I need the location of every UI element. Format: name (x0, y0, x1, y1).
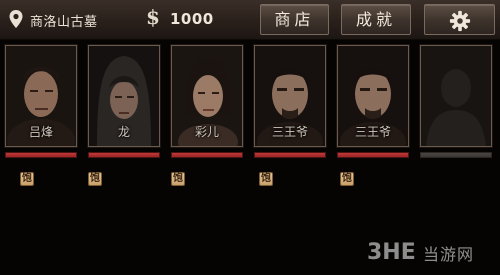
empty-character-slot[interactable] (420, 45, 492, 147)
achievements-button[interactable]: 成就 (341, 4, 411, 35)
character-card[interactable]: 吕烽 (5, 45, 77, 147)
hp-bar (5, 152, 77, 158)
hp-bar (420, 152, 492, 158)
watermark-logo: 3HE (367, 240, 416, 264)
character-name: 三王爷 (354, 125, 391, 139)
satiated-status-badge[interactable]: 饱 (171, 172, 185, 186)
money-amount: 1000 (170, 10, 214, 28)
satiated-status-badge[interactable]: 饱 (340, 172, 354, 186)
character-card[interactable]: 三王爷 (254, 45, 326, 147)
currency-icon: $ (146, 5, 160, 29)
shop-button[interactable]: 商店 (260, 4, 329, 35)
silhouette-icon (421, 46, 491, 146)
top-bar: 商洛山古墓 $ 1000 商店 成就 (0, 0, 500, 40)
settings-button[interactable] (424, 4, 495, 35)
map-pin-icon (9, 10, 23, 28)
character-name: 彩儿 (194, 125, 219, 139)
character-card[interactable]: 彩儿 (171, 45, 243, 147)
satiated-status-badge[interactable]: 饱 (20, 172, 34, 186)
character-name: 龙 (117, 125, 130, 139)
satiated-status-badge[interactable]: 饱 (88, 172, 102, 186)
watermark: 3HE 当游网 (365, 233, 495, 269)
svg-text:3HE: 3HE (367, 240, 416, 264)
character-name: 吕烽 (28, 125, 53, 139)
hp-bar (88, 152, 160, 158)
character-card[interactable]: 三王爷 (337, 45, 409, 147)
hp-bar (171, 152, 243, 158)
watermark-text: 当游网 (423, 245, 475, 264)
party-roster: 吕烽 龙 彩儿 三王爷 三王爷 (0, 45, 500, 165)
hp-bar (254, 152, 326, 158)
location-name: 商洛山古墓 (30, 15, 98, 30)
gear-icon (449, 10, 470, 32)
character-card[interactable]: 龙 (88, 45, 160, 147)
character-name: 三王爷 (271, 125, 308, 139)
satiated-status-badge[interactable]: 饱 (259, 172, 273, 186)
hp-bar (337, 152, 409, 158)
